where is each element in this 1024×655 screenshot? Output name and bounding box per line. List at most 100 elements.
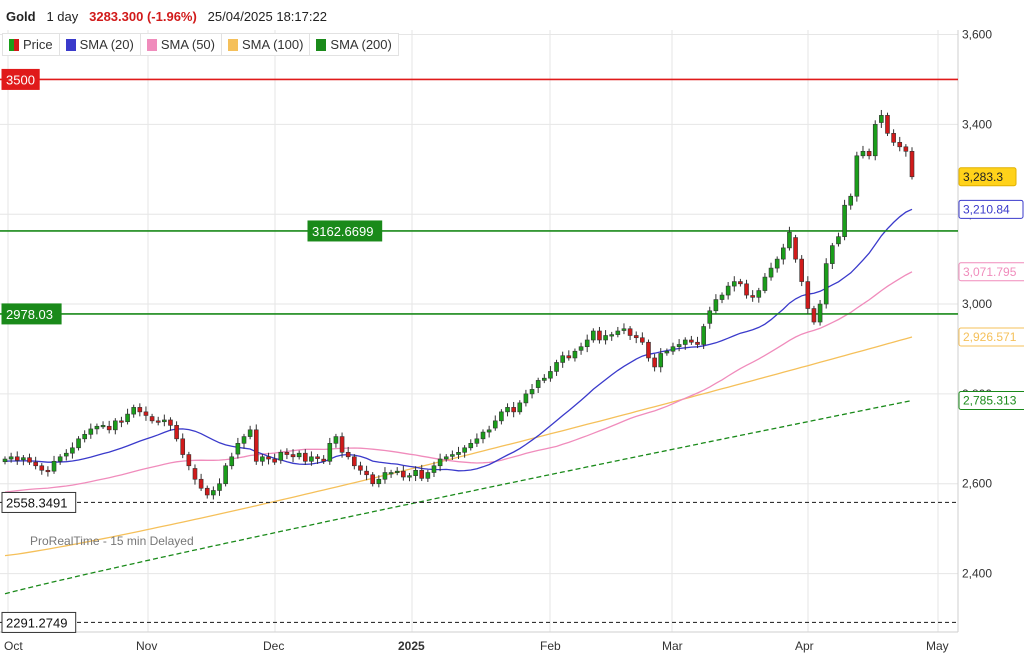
legend-label: SMA (50) xyxy=(160,37,215,52)
candle-body xyxy=(572,350,578,359)
candle-body xyxy=(811,308,817,323)
candle-body xyxy=(701,326,706,345)
candle-body xyxy=(155,420,161,423)
candle-body xyxy=(88,428,94,435)
candle-body xyxy=(407,475,412,478)
candle-body xyxy=(664,350,670,354)
candle-body xyxy=(891,133,896,143)
sma100-line xyxy=(4,336,913,557)
candle-body xyxy=(633,335,639,339)
candle-body xyxy=(591,330,596,341)
candle-body xyxy=(879,115,884,123)
candle-body xyxy=(682,339,688,345)
y-tick-label: 3,600 xyxy=(962,27,992,41)
candle-body xyxy=(768,267,774,278)
candle-body xyxy=(2,458,8,463)
candle-body xyxy=(364,470,369,476)
price-tag-label: 3,210.84 xyxy=(963,202,1010,216)
level-label: 3162.6699 xyxy=(312,224,373,239)
legend-sma20[interactable]: SMA (20) xyxy=(60,34,141,55)
candle-body xyxy=(388,472,394,475)
legend-price[interactable]: Price xyxy=(3,34,60,55)
candle-body xyxy=(548,371,553,379)
candle-body xyxy=(278,451,284,461)
candle-body xyxy=(125,413,130,423)
candle-body xyxy=(817,303,823,323)
candle-body xyxy=(523,393,529,404)
candle-body xyxy=(725,285,731,296)
price-swatch-icon xyxy=(9,38,19,51)
candle-body xyxy=(309,456,314,462)
level-label: 2558.3491 xyxy=(6,495,67,510)
candle-body xyxy=(842,204,847,237)
candle-body xyxy=(235,443,241,455)
candle-body xyxy=(339,436,345,453)
legend-sma200[interactable]: SMA (200) xyxy=(310,34,397,55)
candle-body xyxy=(290,454,296,458)
watermark-text: ProRealTime - 15 min Delayed xyxy=(30,534,194,548)
candle-body xyxy=(468,443,474,449)
legend-label: SMA (200) xyxy=(330,37,392,52)
price-tag-label: 2,785.313 xyxy=(963,393,1017,407)
candle-body xyxy=(131,407,136,415)
instrument-name: Gold xyxy=(6,9,36,24)
candle-body xyxy=(731,281,737,287)
candle-body xyxy=(21,457,26,461)
candle-body xyxy=(45,469,51,473)
candle-body xyxy=(401,470,406,478)
candle-body xyxy=(781,247,786,260)
candle-body xyxy=(186,454,192,467)
candle-body xyxy=(296,452,302,458)
candle-body xyxy=(217,483,222,491)
candle-body xyxy=(382,472,388,480)
candle-body xyxy=(174,425,179,440)
candle-body xyxy=(39,465,45,471)
legend-sma50[interactable]: SMA (50) xyxy=(141,34,222,55)
candle-body xyxy=(640,337,645,343)
candle-body xyxy=(836,236,841,245)
x-tick-label: Nov xyxy=(136,639,157,653)
candle-body xyxy=(903,146,909,152)
candle-body xyxy=(149,416,155,422)
sma50-line xyxy=(4,271,913,493)
x-tick-label: Mar xyxy=(662,639,683,653)
last-price: 3283.300 xyxy=(89,9,144,24)
candle-body xyxy=(603,335,608,341)
candle-body xyxy=(689,339,694,343)
candle-body xyxy=(333,436,339,444)
candle-body xyxy=(529,389,535,395)
candle-body xyxy=(707,310,713,324)
candle-body xyxy=(719,294,725,300)
candle-body xyxy=(499,411,504,422)
candle-body xyxy=(535,380,541,388)
candle-body xyxy=(27,457,32,463)
candle-body xyxy=(425,472,431,479)
sma200-swatch-icon xyxy=(316,38,327,51)
candle-body xyxy=(480,431,486,440)
y-tick-label: 2,400 xyxy=(962,567,992,581)
candle-body xyxy=(695,341,700,345)
candle-body xyxy=(578,346,584,351)
candle-body xyxy=(621,328,627,331)
level-label: 2978.03 xyxy=(6,307,53,322)
price-tag-label: 3,283.3 xyxy=(963,170,1003,184)
candle-body xyxy=(738,281,743,285)
price-chart[interactable]: 3500 3162.6699 2978.03 2558.3491 2291.2749 2… xyxy=(0,0,1024,655)
candle-body xyxy=(137,407,143,413)
candle-body xyxy=(762,276,768,291)
candle-body xyxy=(443,456,449,460)
y-tick-label: 3,400 xyxy=(962,117,992,131)
candle-body xyxy=(8,456,14,460)
period-label: 1 day xyxy=(46,9,79,24)
candle-body xyxy=(370,474,376,485)
candle-body xyxy=(474,438,480,444)
candle-body xyxy=(615,330,621,335)
candle-body xyxy=(57,456,63,462)
legend-label: SMA (20) xyxy=(79,37,134,52)
candle-body xyxy=(560,355,565,363)
candle-body xyxy=(198,478,204,489)
candle-body xyxy=(744,283,749,296)
chart-header: Gold 1 day 3283.300 (-1.96%) 25/04/2025 … xyxy=(6,9,327,24)
candle-body xyxy=(247,429,253,437)
legend-sma100[interactable]: SMA (100) xyxy=(222,34,311,55)
